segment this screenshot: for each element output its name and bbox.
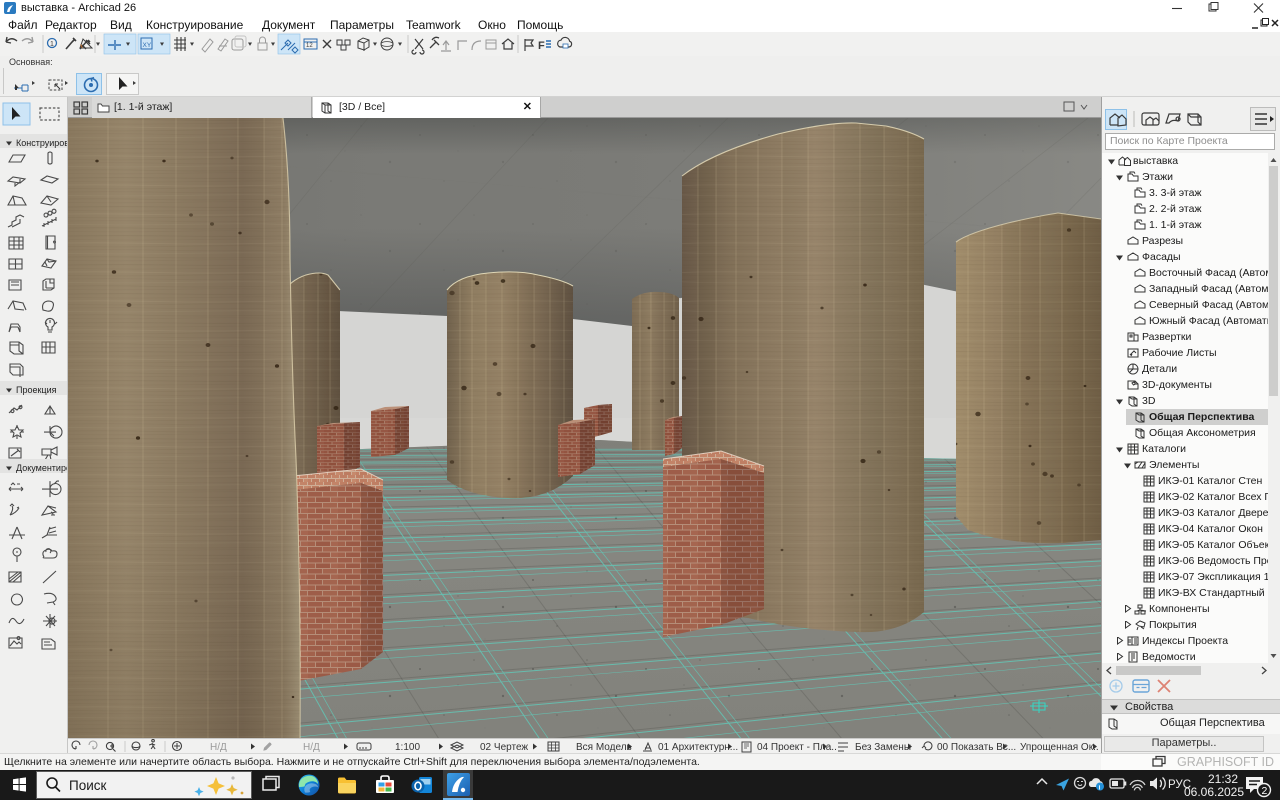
svg-text:1:100: 1:100 [395,742,420,753]
svg-text:Н/Д: Н/Д [210,742,227,753]
svg-text:Документиров: Документиров [16,463,67,473]
svg-text:Вся Модель: Вся Модель [576,742,632,753]
svg-text:06.06.2025: 06.06.2025 [1184,785,1244,799]
svg-text:Упрощенная Ок..: Упрощенная Ок.. [1020,742,1099,753]
svg-text:Н/Д: Н/Д [303,742,320,753]
svg-text:Поиск: Поиск [69,778,107,793]
svg-text:i: i [1099,784,1101,791]
svg-text:Без Замены: Без Замены [855,742,911,753]
svg-text:F: F [538,40,545,52]
svg-text:1: 1 [50,41,54,48]
svg-text:XY: XY [143,42,152,49]
svg-text:Конструирова: Конструирова [16,138,67,148]
svg-text:01 Архитектурн...: 01 Архитектурн... [658,742,738,753]
svg-text:12: 12 [306,43,313,49]
svg-text:02 Чертеж: 02 Чертеж [480,742,528,753]
svg-text:Проекция: Проекция [16,385,57,395]
svg-text:2: 2 [1262,785,1268,797]
svg-text:21:32: 21:32 [1208,772,1238,786]
